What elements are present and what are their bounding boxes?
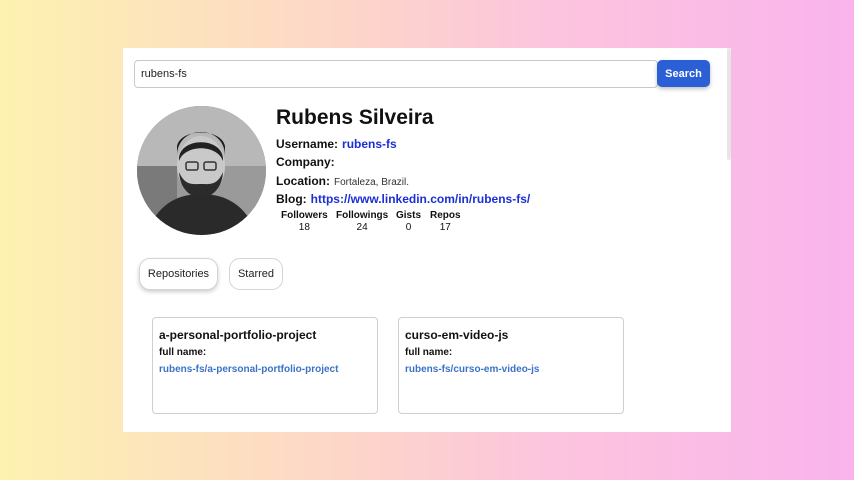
avatar xyxy=(137,106,266,235)
location-label: Location: xyxy=(276,174,330,188)
stat-followers: Followers 18 xyxy=(281,210,328,233)
username-row: Username: rubens-fs xyxy=(276,137,397,151)
stat-value: 0 xyxy=(405,222,412,233)
stat-label: Gists xyxy=(396,210,422,221)
blog-label: Blog: xyxy=(276,192,307,206)
profile-panel: Search Rubens Silveira Username:rubens-f… xyxy=(123,48,731,432)
company-row: Company: xyxy=(276,155,339,169)
location-row: Location: Fortaleza, Brazil. xyxy=(276,174,409,188)
stat-label: Followers xyxy=(281,210,328,221)
repo-full-name-label: full name: xyxy=(159,347,207,358)
username-label: Username: xyxy=(276,137,339,151)
tab-starred[interactable]: Starred xyxy=(229,258,283,290)
repo-full-name-label: full name: xyxy=(405,347,453,358)
stat-value: 17 xyxy=(439,222,451,233)
stat-value: 24 xyxy=(356,222,368,233)
stat-value: 18 xyxy=(298,222,310,233)
blog-row: Blog: https://www.linkedin.com/in/rubens-… xyxy=(276,192,530,206)
search-input[interactable] xyxy=(134,60,658,88)
repo-full-name-link[interactable]: rubens-fs/curso-em-video-js xyxy=(405,364,539,375)
location-value: Fortaleza, Brazil. xyxy=(334,177,410,188)
repo-name: curso-em-video-js xyxy=(405,328,509,342)
repo-card[interactable]: curso-em-video-js full name: rubens-fs/c… xyxy=(398,317,624,414)
profile-name: Rubens Silveira xyxy=(276,106,434,129)
stat-gists: Gists 0 xyxy=(396,210,421,233)
repo-full-name-link[interactable]: rubens-fs/a-personal-portfolio-project xyxy=(159,364,338,375)
stat-label: Followings xyxy=(336,210,389,221)
company-label: Company: xyxy=(276,155,335,169)
username-link[interactable]: rubens-fs xyxy=(342,137,397,151)
search-button[interactable]: Search xyxy=(657,60,710,87)
blog-link[interactable]: https://www.linkedin.com/in/rubens-fs/ xyxy=(311,192,531,206)
repo-card[interactable]: a-personal-portfolio-project full name: … xyxy=(152,317,378,414)
repo-name: a-personal-portfolio-project xyxy=(159,328,317,342)
stat-label: Repos xyxy=(430,210,461,221)
tab-repositories[interactable]: Repositories xyxy=(139,258,218,290)
scrollbar[interactable] xyxy=(727,48,731,160)
avatar-photo xyxy=(137,106,266,235)
stat-repos: Repos 17 xyxy=(430,210,461,233)
stat-followings: Followings 24 xyxy=(336,210,388,233)
